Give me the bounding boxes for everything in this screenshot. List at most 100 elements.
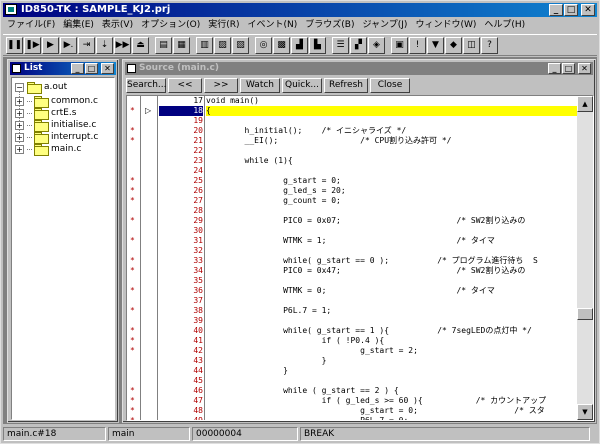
breakable-line-marker[interactable]: * bbox=[130, 256, 138, 266]
quick-watch-button[interactable]: Quick... bbox=[282, 78, 322, 93]
memory-window-button[interactable]: ▥ bbox=[196, 36, 213, 54]
vertical-scrollbar[interactable]: ▲ ▼ bbox=[577, 96, 593, 420]
menu-item-1[interactable]: 編集(E) bbox=[59, 18, 98, 33]
source-close-button[interactable]: ✕ bbox=[578, 63, 591, 74]
breakpoint-gutter[interactable]: * * * * * * * * * * * * * * * * * * * bbox=[127, 96, 141, 420]
io-register-button[interactable]: ▧ bbox=[232, 36, 249, 54]
app-icon[interactable] bbox=[5, 4, 17, 15]
menu-item-2[interactable]: 表示(V) bbox=[98, 18, 137, 33]
tree-item-file[interactable]: + crtE.s bbox=[15, 107, 76, 120]
source-window-button[interactable]: ▤ bbox=[155, 36, 172, 54]
breakable-line-marker[interactable]: * bbox=[130, 196, 138, 206]
watch-window-button[interactable]: ◎ bbox=[255, 36, 272, 54]
source-window-titlebar[interactable]: Source (main.c) _ □ ✕ bbox=[125, 62, 593, 75]
breakable-line-marker[interactable]: * bbox=[130, 346, 138, 356]
scroll-down-button[interactable]: ▼ bbox=[577, 404, 593, 420]
list-maximize-button[interactable]: □ bbox=[85, 63, 98, 74]
list-minimize-button[interactable]: _ bbox=[71, 63, 84, 74]
breakable-line-marker[interactable]: * bbox=[130, 286, 138, 296]
list-window[interactable]: List _ □ ✕ − a.out + common.c + crtE.s + initia… bbox=[7, 59, 119, 423]
trace-event-button[interactable]: ▼ bbox=[427, 36, 444, 54]
breakable-line-marker[interactable]: * bbox=[130, 326, 138, 336]
start-from-here-button[interactable]: ▶. bbox=[60, 36, 77, 54]
tree-item-file[interactable]: + initialise.c bbox=[15, 119, 96, 132]
register-window-button[interactable]: ▨ bbox=[214, 36, 231, 54]
close-source-button[interactable]: Close bbox=[370, 78, 410, 93]
minimize-button[interactable]: _ bbox=[549, 4, 563, 16]
forward-button[interactable]: >> bbox=[204, 78, 238, 93]
menu-item-5[interactable]: イベント(N) bbox=[244, 18, 302, 33]
breakable-line-marker[interactable]: * bbox=[130, 106, 138, 116]
scroll-thumb[interactable] bbox=[577, 308, 593, 320]
eject-button[interactable]: ⏏ bbox=[132, 36, 149, 54]
source-minimize-button[interactable]: _ bbox=[548, 63, 561, 74]
search-button[interactable]: Search... bbox=[126, 78, 167, 93]
coverage-button[interactable]: ▞ bbox=[350, 36, 367, 54]
stack-trace-button[interactable]: ▟ bbox=[291, 36, 308, 54]
event-manager-button[interactable]: ☰ bbox=[332, 36, 349, 54]
trace-window-button[interactable]: ▙ bbox=[309, 36, 326, 54]
breakable-line-marker[interactable]: * bbox=[130, 396, 138, 406]
line-number: 44 bbox=[193, 366, 203, 375]
refresh-button[interactable]: Refresh bbox=[324, 78, 368, 93]
stub-button[interactable]: ◫ bbox=[463, 36, 480, 54]
scroll-up-button[interactable]: ▲ bbox=[577, 96, 593, 112]
pc-gutter[interactable]: ▷ bbox=[142, 96, 158, 420]
list-window-titlebar[interactable]: List _ □ ✕ bbox=[10, 62, 116, 75]
line-number: 29 bbox=[193, 216, 203, 225]
go-button[interactable]: ❚▶ bbox=[24, 36, 41, 54]
menu-item-0[interactable]: ファイル(F) bbox=[3, 18, 59, 33]
event-button[interactable]: ▣ bbox=[391, 36, 408, 54]
breakable-line-marker[interactable]: * bbox=[130, 186, 138, 196]
file-tree[interactable]: − a.out + common.c + crtE.s + initialise.c + inte… bbox=[11, 77, 115, 420]
ignore-break-go-button[interactable]: ▶ bbox=[42, 36, 59, 54]
timer-button[interactable]: ◈ bbox=[368, 36, 385, 54]
expand-icon[interactable]: + bbox=[15, 144, 24, 154]
source-view[interactable]: * * * * * * * * * * * * * * * * * * * ▷ 17 18 19 20 21 22 23 24 25… bbox=[126, 95, 594, 421]
source-window[interactable]: Source (main.c) _ □ ✕ Search... << >> Watch… bbox=[122, 59, 596, 423]
menu-item-7[interactable]: ジャンプ(J) bbox=[358, 18, 411, 33]
expand-icon[interactable]: + bbox=[15, 108, 24, 118]
breakable-line-marker[interactable]: * bbox=[130, 216, 138, 226]
breakable-line-marker[interactable]: * bbox=[130, 306, 138, 316]
tree-item-file[interactable]: + main.c bbox=[15, 143, 81, 156]
return-out-button[interactable]: ▶▶ bbox=[114, 36, 131, 54]
breakable-line-marker[interactable]: * bbox=[130, 406, 138, 416]
menu-item-8[interactable]: ウィンドウ(W) bbox=[411, 18, 480, 33]
breakable-line-marker[interactable]: * bbox=[130, 416, 138, 420]
assemble-window-button[interactable]: ▦ bbox=[173, 36, 190, 54]
expand-icon[interactable]: + bbox=[15, 132, 24, 142]
help-button[interactable]: ? bbox=[481, 36, 498, 54]
tree-item-file[interactable]: + common.c bbox=[15, 95, 98, 108]
menu-item-3[interactable]: オプション(O) bbox=[137, 18, 204, 33]
breakable-line-marker[interactable]: * bbox=[130, 126, 138, 136]
break-button[interactable]: ! bbox=[409, 36, 426, 54]
snapshot-button[interactable]: ◆ bbox=[445, 36, 462, 54]
stop-button[interactable]: ❚❚ bbox=[6, 36, 23, 54]
breakable-line-marker[interactable]: * bbox=[130, 266, 138, 276]
menu-item-9[interactable]: ヘルプ(H) bbox=[480, 18, 529, 33]
come-here-button[interactable]: ⇥ bbox=[78, 36, 95, 54]
close-button[interactable]: ✕ bbox=[581, 4, 595, 16]
local-variable-button[interactable]: ▩ bbox=[273, 36, 290, 54]
expand-icon[interactable]: + bbox=[15, 120, 24, 130]
breakable-line-marker[interactable]: * bbox=[130, 336, 138, 346]
breakable-line-marker[interactable]: * bbox=[130, 236, 138, 246]
menu-item-6[interactable]: ブラウズ(B) bbox=[301, 18, 358, 33]
line-number: 25 bbox=[193, 176, 203, 185]
list-close-button[interactable]: ✕ bbox=[101, 63, 114, 74]
breakable-line-marker[interactable]: * bbox=[130, 136, 138, 146]
tree-item-root[interactable]: − a.out bbox=[15, 81, 67, 94]
breakable-line-marker[interactable]: * bbox=[130, 176, 138, 186]
breakable-line-marker[interactable]: * bbox=[130, 386, 138, 396]
menu-item-4[interactable]: 実行(R) bbox=[204, 18, 243, 33]
maximize-button[interactable]: □ bbox=[564, 4, 578, 16]
tree-item-file[interactable]: + interrupt.c bbox=[15, 131, 98, 144]
expand-icon[interactable]: + bbox=[15, 96, 24, 106]
source-maximize-button[interactable]: □ bbox=[562, 63, 575, 74]
back-button[interactable]: << bbox=[168, 78, 202, 93]
code-area[interactable]: void main(){ h_initial(); /* イニシャライズ */ … bbox=[206, 96, 578, 420]
watch-button[interactable]: Watch bbox=[240, 78, 280, 93]
code-line: while (1){ bbox=[206, 156, 293, 165]
step-in-button[interactable]: ⇣ bbox=[96, 36, 113, 54]
